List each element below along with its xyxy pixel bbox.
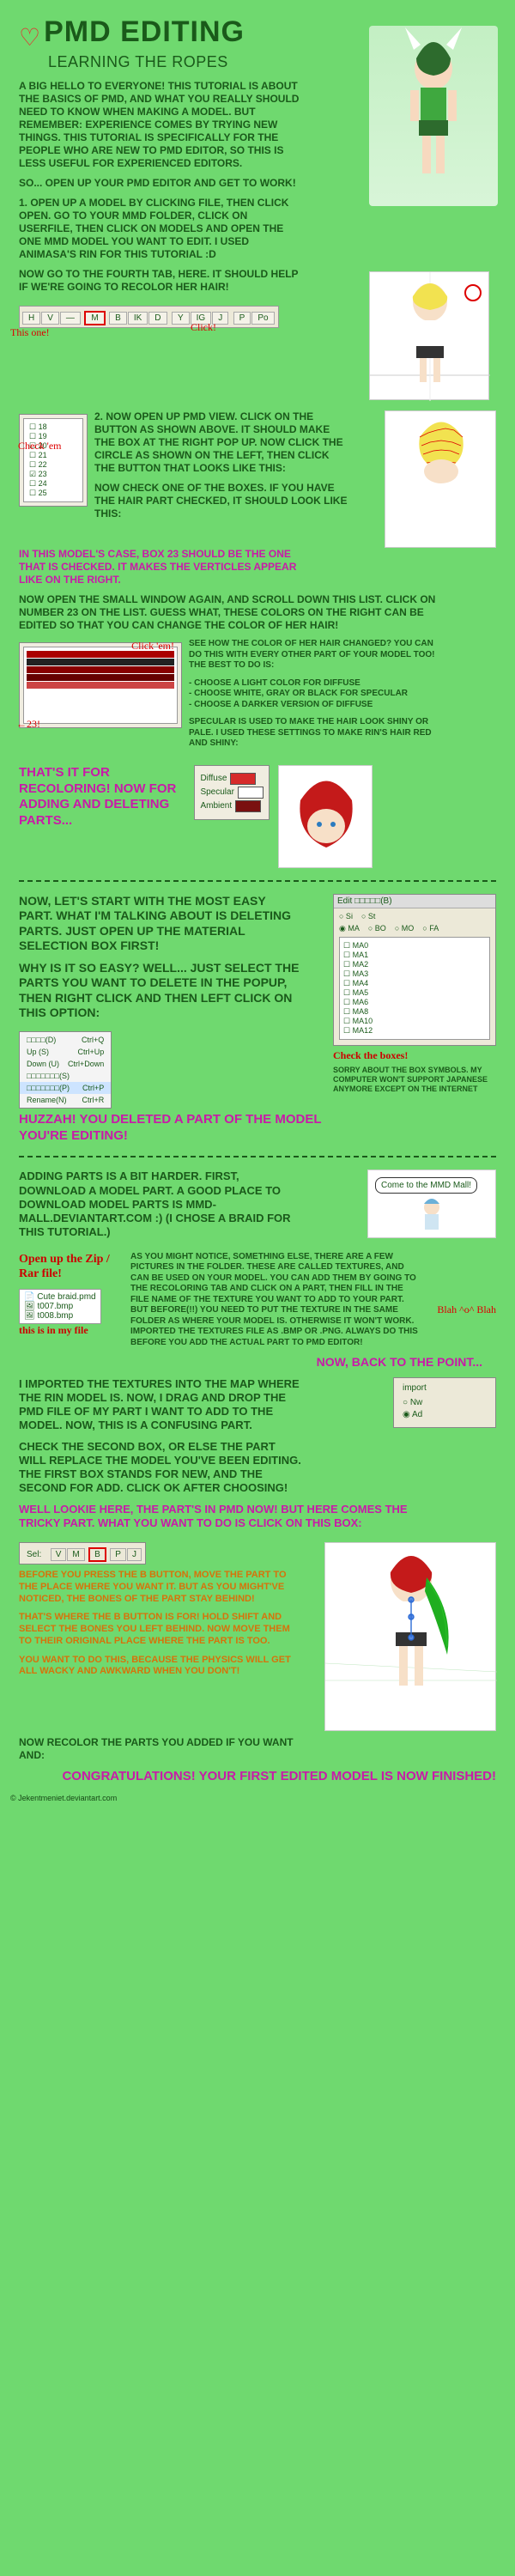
edit-panel[interactable]: Edit □□□□□(B) ○ Si○ St ◉ MA ○ BO ○ MO ○ … [333, 894, 496, 1046]
menu-delete-option[interactable]: □□□□□□□(P)Ctrl+P [20, 1082, 111, 1094]
step1-text: 1. OPEN UP A MODEL BY CLICKING FILE, THE… [19, 197, 302, 261]
import-title: import [403, 1383, 487, 1393]
delete1: NOW, LET'S START WITH THE MOST EASY PART… [19, 894, 302, 954]
add5: CHECK THE SECOND BOX, OR ELSE THE PART W… [19, 1440, 302, 1496]
add6: WELL LOOKIE HERE, THE PART'S IN PMD NOW!… [19, 1503, 448, 1531]
add4: I IMPORTED THE TEXTURES INTO THE MAP WHE… [19, 1377, 302, 1433]
step2b-text: NOW CHECK ONE OF THE BOXES. IF YOU HAVE … [94, 482, 352, 520]
delete2: WHY IS IT SO EASY? WELL... JUST SELECT T… [19, 961, 302, 1021]
open-editor-text: SO... OPEN UP YOUR PMD EDITOR AND GET TO… [19, 177, 302, 190]
context-menu[interactable]: □□□□(D)Ctrl+Q Up (S)Ctrl+Up Down (U)Ctrl… [19, 1031, 112, 1109]
intro-text: A BIG HELLO TO EVERYONE! THIS TUTORIAL I… [19, 80, 302, 170]
annot-clickem: Click 'em! [131, 640, 174, 653]
pink-box23: IN THIS MODEL'S CASE, BOX 23 SHOULD BE T… [19, 548, 302, 586]
import-ad[interactable]: ◉ Ad [403, 1410, 487, 1419]
step1b-text: NOW GO TO THE FOURTH TAB, HERE. IT SHOUL… [19, 268, 302, 294]
step3-text: NOW OPEN THE SMALL WINDOW AGAIN, AND SCR… [19, 593, 448, 632]
tips-outro: SPECULAR IS USED TO MAKE THE HAIR LOOK S… [189, 717, 446, 750]
footer-credit: © Jekentmeniet.deviantart.com [10, 1794, 117, 1802]
huzzah: HUZZAH! YOU DELETED A PART OF THE MODEL … [19, 1112, 362, 1145]
material-list[interactable]: MA0MA1MA2 MA3MA4MA5 MA6MA8MA10 MA12 [339, 937, 490, 1040]
final1: NOW RECOLOR THE PARTS YOU ADDED IF YOU W… [19, 1736, 302, 1762]
checkbox-panel[interactable]: 1819202122232425 Check 'em [19, 414, 88, 507]
tab-4[interactable]: M [85, 312, 104, 325]
orange2: THAT'S WHERE THE B BUTTON IS FOR! HOLD S… [19, 1612, 294, 1647]
divider [19, 1156, 496, 1157]
red-hair-preview [278, 765, 373, 868]
heart-icon: ♡ [19, 23, 40, 52]
tips-list: - CHOOSE A LIGHT COLOR FOR DIFFUSE - CHO… [189, 678, 446, 711]
file-list: 📄 Cute braid.pmd 🖼 t007.bmp 🖼 t008.bmp [19, 1289, 101, 1324]
annot-checkboxes: Check the boxes! [333, 1049, 470, 1062]
annot-thisone: This one! [10, 326, 50, 339]
step2-text: 2. NOW OPEN UP PMD VIEW. CLICK ON THE BU… [94, 410, 352, 475]
annot-blah: Blah ^o^ Blah [437, 1303, 496, 1316]
select-toolbar[interactable]: Sel: VM B PJ [19, 1542, 146, 1564]
add1: ADDING PARTS IS A BIT HARDER. FIRST, DOW… [19, 1170, 302, 1239]
annot-openzip: Open up the Zip / Rar file! [19, 1252, 122, 1282]
select-b-button[interactable]: B [89, 1548, 106, 1561]
page-title: PMD EDITING [44, 15, 245, 49]
mmd-mall-illustration: Come to the MMD Mall! [367, 1170, 496, 1238]
color-swatch-panel[interactable]: Diffuse Specular Ambient [194, 765, 269, 820]
final-model-preview [324, 1542, 496, 1731]
add3: NOW, BACK TO THE POINT... [19, 1355, 482, 1370]
divider [19, 880, 496, 882]
hair-vertices-preview [385, 410, 496, 548]
orange3: YOU WANT TO DO THIS, BECAUSE THE PHYSICS… [19, 1655, 294, 1679]
import-panel[interactable]: import ○ Nw ◉ Ad [393, 1377, 496, 1428]
recolor-done: THAT'S IT FOR RECOLORING! NOW FOR ADDING… [19, 765, 191, 829]
materials-list-panel[interactable]: Click 'em! ←23! [19, 642, 182, 728]
annot-click: Click! [191, 321, 216, 334]
sorry-text: SORRY ABOUT THE BOX SYMBOLS. MY COMPUTER… [333, 1066, 488, 1095]
import-nw[interactable]: ○ Nw [403, 1398, 487, 1407]
tabs-row[interactable]: HV— M BIKD YIGJ PPo [19, 306, 279, 328]
tips-intro: SEE HOW THE COLOR OF HER HAIR CHANGED? Y… [189, 639, 446, 671]
annot-checkem: Check 'em [18, 440, 61, 451]
edit-panel-title: Edit □□□□□(B) [334, 895, 495, 908]
character-illustration-1 [369, 26, 498, 206]
rin-model-preview [369, 271, 489, 400]
congrats: CONGRATULATIONS! YOUR FIRST EDITED MODEL… [19, 1769, 496, 1785]
orange1: BEFORE YOU PRESS THE B BUTTON, MOVE THE … [19, 1570, 294, 1605]
annot-23: ←23! [16, 718, 40, 731]
add2: AS YOU MIGHT NOTICE, SOMETHING ELSE, THE… [130, 1252, 422, 1349]
annot-thisfile: this is in my file [19, 1324, 122, 1337]
